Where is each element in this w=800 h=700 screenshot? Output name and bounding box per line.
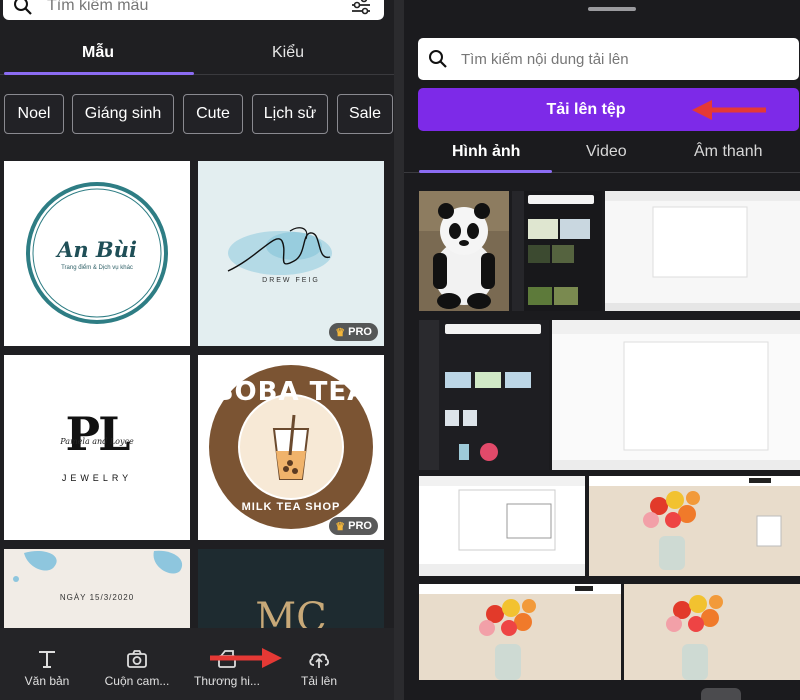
chip-cute[interactable]: Cute — [183, 94, 243, 134]
search-icon — [14, 0, 32, 15]
search-placeholder: Tìm kiếm nội dung tải lên — [461, 51, 629, 68]
template-drew-feig[interactable]: DREW FEIG ♛ PRO — [198, 161, 384, 346]
upload-cloud-icon — [309, 653, 330, 668]
boba-subtitle: MILK TEA SHOP — [241, 501, 341, 513]
camera-icon — [127, 650, 147, 668]
upload-screenshot-1[interactable] — [512, 191, 602, 311]
an-bui-subtitle: Trang điểm & Dịch vụ khác — [61, 265, 133, 271]
pl-monogram: PL — [65, 407, 131, 461]
template-mc[interactable]: MC — [198, 549, 384, 629]
screenshot-thumbnail — [512, 191, 594, 311]
upload-screenshot-3[interactable] — [419, 320, 549, 470]
uploads-panel: Tìm kiếm nội dung tải lên Tải lên tệp Hì… — [404, 0, 800, 700]
tab-images[interactable]: Hình ảnh — [452, 143, 520, 161]
active-tab-indicator — [419, 170, 552, 173]
upload-panda-photo[interactable] — [419, 191, 509, 311]
pl-script: Pamela and Loyce — [60, 437, 134, 446]
drag-handle[interactable] — [588, 7, 636, 11]
screen-divider — [394, 0, 404, 700]
template-date[interactable]: NGÀY 15/3/2020 — [4, 549, 190, 629]
template-date-text: NGÀY 15/3/2020 — [59, 593, 135, 602]
template-search-bar[interactable]: Tìm kiếm mẫu — [3, 0, 384, 20]
nav-text[interactable]: Văn bản — [2, 634, 92, 688]
tab-styles[interactable]: Kiểu — [272, 44, 304, 62]
flower-vase-image — [419, 584, 621, 680]
text-icon — [39, 651, 55, 668]
pro-badge: ♛ PRO — [329, 323, 378, 341]
crown-icon: ♛ — [335, 520, 346, 533]
sheet-top — [404, 0, 800, 18]
panda-image — [419, 191, 509, 311]
template-pl-jewelry[interactable]: PL Pamela and Loyce JEWELRY — [4, 355, 190, 540]
upload-screenshot-5[interactable] — [419, 476, 585, 576]
annotation-arrow — [210, 648, 282, 668]
boba-title: BOBA TEA — [213, 377, 369, 407]
nav-uploads[interactable]: Tải lên — [274, 634, 364, 688]
active-tab-indicator — [4, 72, 194, 75]
screenshot-thumbnail — [419, 476, 585, 576]
chip-lich-su[interactable]: Lịch sử — [252, 94, 328, 134]
tab-templates[interactable]: Mẫu — [82, 44, 114, 62]
an-bui-title: An Bùi — [57, 237, 137, 262]
upload-screenshot-4[interactable] — [552, 320, 800, 470]
search-placeholder: Tìm kiếm mẫu — [47, 0, 149, 14]
scroll-indicator[interactable] — [701, 688, 741, 700]
crown-icon: ♛ — [335, 326, 346, 339]
pl-subtitle: JEWELRY — [61, 473, 133, 483]
annotation-arrow — [692, 100, 766, 120]
nav-camera-roll[interactable]: Cuộn cam... — [92, 634, 182, 688]
flower-vase-image — [589, 476, 800, 570]
upload-flowers-2[interactable] — [419, 584, 621, 680]
decorative-shapes — [13, 550, 183, 582]
screenshot-thumbnail — [605, 191, 800, 311]
upload-flowers-3[interactable] — [624, 584, 800, 680]
chip-giang-sinh[interactable]: Giáng sinh — [72, 94, 174, 134]
filter-icon[interactable] — [350, 0, 372, 16]
drew-feig-name: DREW FEIG — [262, 277, 320, 284]
mc-monogram: MC — [255, 595, 327, 629]
templates-panel: Tìm kiếm mẫu Mẫu Kiểu Noel Giáng sinh Cu… — [0, 0, 394, 700]
tab-audio[interactable]: Âm thanh — [694, 143, 762, 161]
flower-vase-image — [666, 595, 723, 680]
upload-screenshot-2[interactable] — [605, 191, 800, 311]
template-boba-tea[interactable]: BOBA TEA MILK TEA SHOP ♛ PRO — [198, 355, 384, 540]
watercolor-logo — [227, 227, 332, 275]
template-an-bui[interactable]: An Bùi Trang điểm & Dịch vụ khác — [4, 161, 190, 346]
upload-search-bar[interactable]: Tìm kiếm nội dung tải lên — [418, 38, 799, 80]
upload-flowers-1[interactable] — [589, 476, 800, 576]
pro-badge: ♛ PRO — [329, 517, 378, 535]
tab-video[interactable]: Video — [586, 143, 627, 161]
chip-noel[interactable]: Noel — [4, 94, 64, 134]
chip-sale[interactable]: Sale — [337, 94, 393, 134]
bottom-navigation: Văn bản Cuộn cam... Thương hi... Tải lên — [0, 628, 394, 700]
search-icon — [429, 50, 447, 68]
screenshot-thumbnail — [552, 320, 800, 470]
screenshot-thumbnail — [419, 320, 541, 470]
